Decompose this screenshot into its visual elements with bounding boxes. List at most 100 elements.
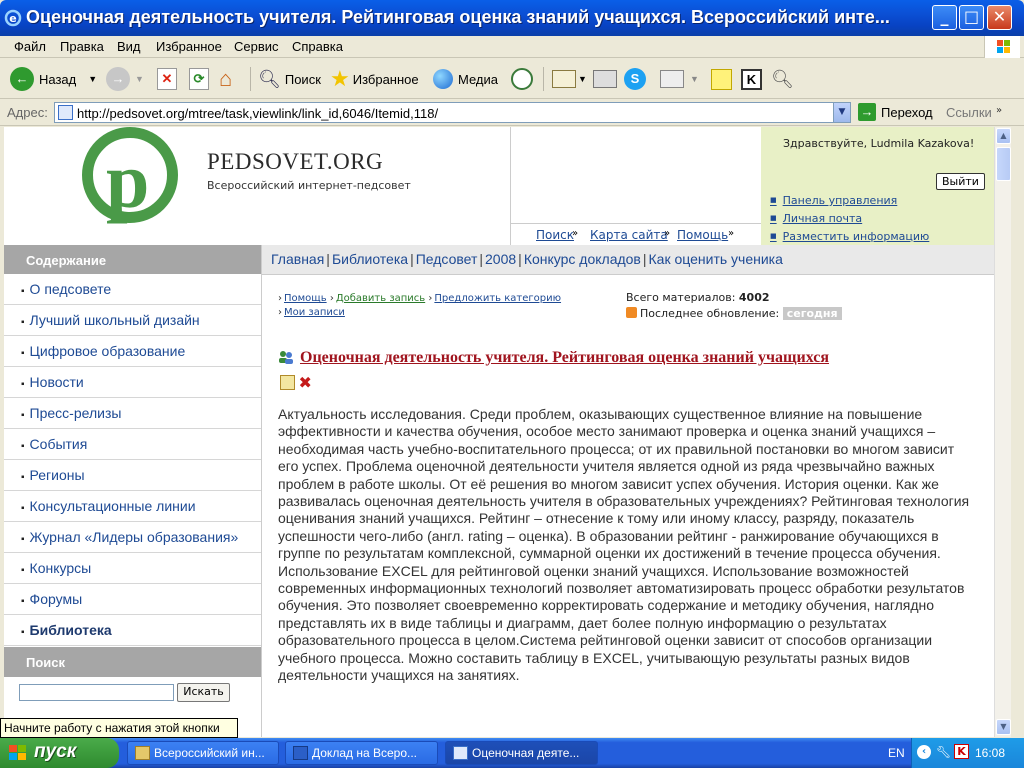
media-button[interactable]: Медиа: [433, 65, 498, 93]
home-button[interactable]: ⌂: [219, 65, 232, 93]
menu-edit[interactable]: Правка: [60, 39, 104, 54]
scroll-up-icon[interactable]: ▲: [996, 128, 1011, 144]
action-suggest-link[interactable]: Предложить категорию: [434, 293, 561, 304]
sidebar-item-press[interactable]: ▪ Пресс-релизы: [4, 398, 261, 429]
sidebar-item-library[interactable]: ▪ Библиотека: [4, 615, 261, 646]
language-indicator[interactable]: EN: [888, 746, 905, 760]
sidebar-item-label: Пресс-релизы: [29, 405, 122, 421]
arrow-icon: ›: [278, 293, 282, 304]
bullet-icon: ▪: [21, 441, 25, 452]
back-dropdown-icon[interactable]: ▼: [88, 74, 97, 84]
sidebar-item-regions[interactable]: ▪ Регионы: [4, 460, 261, 491]
total-count: 4002: [738, 291, 770, 304]
refresh-button[interactable]: ⟳: [189, 65, 209, 93]
breadcrumb-contest[interactable]: Конкурс докладов: [524, 251, 641, 267]
task-button-active[interactable]: Оценочная деяте...: [445, 741, 598, 765]
breadcrumb-pedsovet[interactable]: Педсовет: [416, 251, 478, 267]
logout-button[interactable]: Выйти: [936, 173, 985, 190]
sidebar-item-events[interactable]: ▪ События: [4, 429, 261, 460]
go-button[interactable]: → Переход: [858, 103, 933, 121]
task-button[interactable]: Доклад на Всеро...: [285, 741, 438, 765]
sidebar-item-label: События: [29, 436, 88, 452]
header-link-search[interactable]: Поиск: [536, 228, 574, 242]
scroll-thumb[interactable]: [996, 147, 1011, 181]
action-add-link[interactable]: Добавить запись: [336, 293, 425, 304]
favorites-button[interactable]: ★ Избранное: [330, 65, 419, 93]
bullet-icon: ▪: [21, 627, 25, 638]
tray-app-icon[interactable]: 🔧︎: [936, 745, 951, 759]
vertical-scrollbar[interactable]: ▲ ▼: [994, 127, 1011, 737]
search-icon: 🔍︎: [258, 68, 281, 89]
address-input[interactable]: http://pedsovet.org/mtree/task,viewlink/…: [54, 102, 851, 123]
header-link-sitemap[interactable]: Карта сайта: [590, 228, 668, 242]
action-help-link[interactable]: Помощь: [284, 293, 327, 304]
user-link-dashboard[interactable]: Панель управления: [770, 194, 898, 207]
search-button[interactable]: 🔍︎ Поиск: [258, 65, 321, 93]
back-button[interactable]: ← Назад ▼: [10, 65, 97, 93]
mail-button[interactable]: ▼: [552, 65, 587, 93]
edit-icon[interactable]: [280, 375, 295, 390]
menu-file[interactable]: Файл: [14, 39, 46, 54]
history-button[interactable]: [511, 65, 538, 93]
site-tagline: Всероссийский интернет-педсовет: [207, 179, 411, 192]
links-chevron-icon[interactable]: »: [996, 105, 1002, 116]
mail-dropdown-icon[interactable]: ▼: [578, 74, 587, 84]
address-url: http://pedsovet.org/mtree/task,viewlink/…: [77, 106, 439, 121]
site-brand[interactable]: PEDSOVET.ORG: [207, 149, 383, 175]
maximize-icon: □: [963, 7, 980, 26]
menu-view[interactable]: Вид: [117, 39, 141, 54]
edit-dropdown-icon[interactable]: ▼: [690, 74, 699, 84]
address-dropdown-icon[interactable]: ▼: [833, 103, 850, 122]
sidebar-item-design[interactable]: ▪ Лучший школьный дизайн: [4, 305, 261, 336]
minimize-button[interactable]: _: [932, 5, 957, 30]
close-button[interactable]: ✕: [987, 5, 1012, 30]
sidebar-item-contests[interactable]: ▪ Конкурсы: [4, 553, 261, 584]
menu-favorites[interactable]: Избранное: [156, 39, 222, 54]
breadcrumb-library[interactable]: Библиотека: [332, 251, 408, 267]
sidebar-item-digital[interactable]: ▪ Цифровое образование: [4, 336, 261, 367]
links-label[interactable]: Ссылки: [946, 105, 992, 120]
tray-k-icon[interactable]: K: [954, 744, 969, 759]
action-my-link[interactable]: Мои записи: [284, 307, 345, 318]
sidebar-item-news[interactable]: ▪ Новости: [4, 367, 261, 398]
breadcrumb-year[interactable]: 2008: [485, 251, 516, 267]
forward-button[interactable]: → ▼: [106, 65, 144, 93]
forward-dropdown-icon[interactable]: ▼: [135, 74, 144, 84]
window-frame: [1011, 127, 1024, 737]
maximize-button[interactable]: □: [959, 5, 984, 30]
sidebar-item-about[interactable]: ▪ О педсовете: [4, 274, 261, 305]
address-label: Адрес:: [7, 105, 48, 120]
task-button[interactable]: Всероссийский ин...: [127, 741, 279, 765]
article-title-text: Оценочная деятельность учителя. Рейтинго…: [300, 349, 830, 366]
delete-icon[interactable]: ✖: [299, 375, 312, 391]
sidebar-heading: Содержание: [4, 245, 261, 274]
messenger-button[interactable]: K: [741, 65, 762, 93]
site-logo-letter-icon: p: [106, 137, 150, 224]
stop-button[interactable]: ✕: [157, 65, 177, 93]
sidebar-item-forums[interactable]: ▪ Форумы: [4, 584, 261, 615]
sidebar-item-label: Регионы: [29, 467, 85, 483]
k-icon: K: [741, 68, 762, 90]
history-clock-icon: [511, 68, 533, 90]
article-title[interactable]: Оценочная деятельность учителя. Рейтинго…: [278, 349, 829, 367]
rss-icon[interactable]: [626, 307, 637, 318]
print-button[interactable]: [593, 65, 617, 93]
sidebar-search-button[interactable]: Искать: [177, 683, 230, 702]
menu-tools[interactable]: Сервис: [234, 39, 279, 54]
breadcrumb-current[interactable]: Как оценить ученика: [649, 251, 783, 267]
research-button[interactable]: 🔍︎: [771, 65, 794, 93]
skype-button[interactable]: S: [624, 65, 651, 93]
menu-help[interactable]: Справка: [292, 39, 343, 54]
edit-button[interactable]: ▼: [660, 65, 699, 93]
tray-collapse-icon[interactable]: ‹: [917, 745, 931, 759]
sidebar-item-journal[interactable]: ▪ Журнал «Лидеры образования»: [4, 522, 261, 553]
start-button[interactable]: пуск: [0, 738, 119, 768]
user-link-mail[interactable]: Личная почта: [770, 212, 863, 225]
scroll-down-icon[interactable]: ▼: [996, 719, 1011, 735]
sidebar-item-consult[interactable]: ▪ Консультационные линии: [4, 491, 261, 522]
user-link-post[interactable]: Разместить информацию: [770, 230, 930, 243]
breadcrumb-home[interactable]: Главная: [271, 251, 324, 267]
sidebar-search-input[interactable]: [19, 684, 174, 701]
notes-button[interactable]: [711, 65, 732, 93]
header-link-help[interactable]: Помощь: [677, 228, 728, 242]
